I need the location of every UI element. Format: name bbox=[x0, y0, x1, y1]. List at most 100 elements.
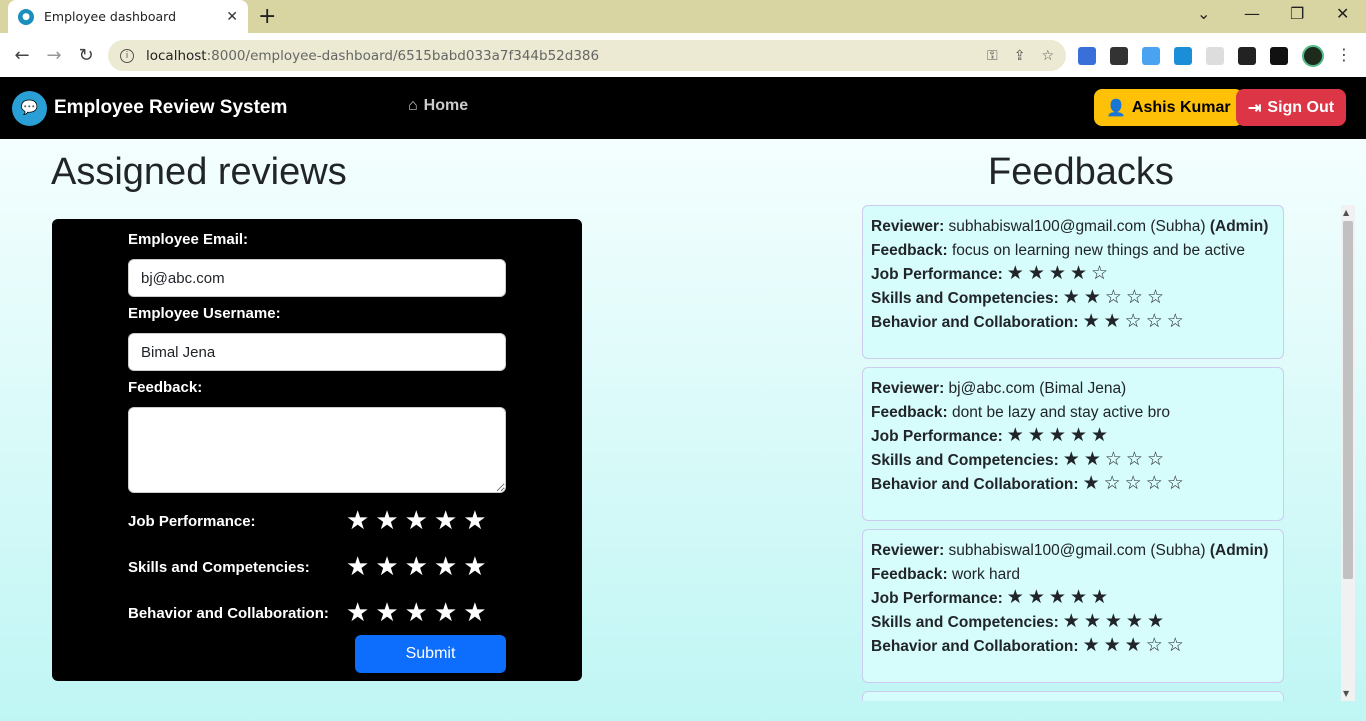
sign-out-button[interactable]: ⇥ Sign Out bbox=[1236, 89, 1347, 126]
scroll-up-icon[interactable]: ▲ bbox=[1343, 208, 1349, 217]
home-icon: ⌂ bbox=[408, 97, 418, 114]
star-empty-icon: ☆ bbox=[1166, 473, 1184, 494]
media-icon[interactable] bbox=[1110, 47, 1128, 65]
feedback-card bbox=[862, 691, 1284, 701]
star-filled-icon: ★ bbox=[1103, 311, 1121, 332]
main-content: Assigned reviews Feedbacks Employee Emai… bbox=[0, 139, 1366, 721]
rating-stars: ★ ★ ★ ☆ ☆ bbox=[1083, 636, 1184, 655]
reviewer-line-value: bj@abc.com (Bimal Jena) bbox=[944, 380, 1127, 397]
skills-line: Skills and Competencies: ★ ★ ☆ ☆ ☆ bbox=[871, 449, 1275, 473]
brand-title: Employee Review System bbox=[54, 97, 288, 118]
email-field[interactable] bbox=[128, 259, 506, 297]
site-info-icon[interactable]: i bbox=[120, 48, 134, 63]
rating-stars: ★ ★ ☆ ☆ ☆ bbox=[1063, 288, 1164, 307]
star-icon[interactable]: ★ bbox=[463, 554, 486, 580]
star-icon[interactable]: ★ bbox=[346, 554, 369, 580]
close-tab-icon[interactable]: ✕ bbox=[226, 9, 238, 25]
admin-badge: (Admin) bbox=[1205, 218, 1269, 235]
puzzle-icon[interactable] bbox=[1238, 47, 1256, 65]
extension-icon[interactable] bbox=[1206, 47, 1224, 65]
submit-button[interactable]: Submit bbox=[355, 635, 506, 673]
star-icon[interactable]: ★ bbox=[405, 554, 428, 580]
job-performance-stars[interactable]: ★ ★ ★ ★ ★ bbox=[346, 508, 487, 534]
extension-icon[interactable] bbox=[1174, 47, 1192, 65]
user-profile-button[interactable]: 👤 Ashis Kumar bbox=[1094, 89, 1243, 126]
star-icon[interactable]: ★ bbox=[346, 600, 369, 626]
browser-menu-icon[interactable]: ⋮ bbox=[1336, 45, 1352, 64]
restore-icon[interactable]: ❐ bbox=[1290, 4, 1304, 23]
reviewer-line: Reviewer: subhabiswal100@gmail.com (Subh… bbox=[871, 215, 1275, 239]
star-empty-icon: ☆ bbox=[1090, 263, 1109, 284]
reviewer-line-label: Reviewer: bbox=[871, 218, 945, 235]
reload-icon[interactable]: ↻ bbox=[70, 45, 102, 66]
star-empty-icon: ☆ bbox=[1146, 449, 1165, 470]
star-icon[interactable]: ★ bbox=[405, 600, 428, 626]
job-performance-label: Job Performance: bbox=[128, 512, 256, 530]
star-filled-icon: ★ bbox=[1006, 263, 1024, 284]
scrollbar[interactable]: ▲ ▼ bbox=[1341, 205, 1355, 701]
star-filled-icon: ★ bbox=[1082, 635, 1100, 656]
browser-toolbar: ← → ↻ i localhost:8000/employee-dashboar… bbox=[0, 33, 1366, 77]
address-bar[interactable]: i localhost:8000/employee-dashboard/6515… bbox=[108, 40, 1066, 71]
star-icon[interactable]: ★ bbox=[375, 554, 398, 580]
url-text[interactable]: localhost:8000/employee-dashboard/6515ba… bbox=[146, 48, 987, 64]
side-panel-icon[interactable] bbox=[1270, 47, 1288, 65]
feedback-card: Reviewer: subhabiswal100@gmail.com (Subh… bbox=[862, 529, 1284, 683]
forward-icon[interactable]: → bbox=[38, 45, 70, 66]
reviewer-line-value: subhabiswal100@gmail.com (Subha) bbox=[944, 542, 1206, 559]
share-icon[interactable]: ⇪ bbox=[1014, 48, 1026, 64]
new-tab-icon[interactable]: + bbox=[258, 4, 276, 29]
bookmark-star-icon[interactable]: ☆ bbox=[1041, 48, 1054, 64]
star-filled-icon: ★ bbox=[1027, 587, 1045, 608]
extension-icon[interactable] bbox=[1078, 47, 1096, 65]
star-empty-icon: ☆ bbox=[1125, 449, 1143, 470]
job-line-label: Job Performance: bbox=[871, 428, 1003, 445]
star-icon[interactable]: ★ bbox=[375, 508, 398, 534]
brand[interactable]: 💬 Employee Review System bbox=[12, 90, 288, 126]
feedback-line-value: work hard bbox=[947, 566, 1021, 583]
behavior-stars[interactable]: ★ ★ ★ ★ ★ bbox=[346, 600, 487, 626]
reviewer-line-value: subhabiswal100@gmail.com (Subha) bbox=[944, 218, 1206, 235]
job-line: Job Performance: ★ ★ ★ ★ ★ bbox=[871, 587, 1275, 611]
feedback-list[interactable]: Reviewer: subhabiswal100@gmail.com (Subh… bbox=[855, 205, 1355, 701]
feedback-textarea[interactable] bbox=[128, 407, 506, 493]
password-key-icon[interactable]: ⚿ bbox=[987, 48, 998, 64]
minimize-icon[interactable]: — bbox=[1244, 4, 1260, 23]
star-empty-icon: ☆ bbox=[1166, 311, 1184, 332]
star-filled-icon: ★ bbox=[1027, 425, 1045, 446]
star-filled-icon: ★ bbox=[1062, 611, 1080, 632]
star-icon[interactable]: ★ bbox=[405, 508, 428, 534]
star-filled-icon: ★ bbox=[1006, 425, 1024, 446]
behavior-line-label: Behavior and Collaboration: bbox=[871, 314, 1079, 331]
star-icon[interactable]: ★ bbox=[434, 554, 457, 580]
star-icon[interactable]: ★ bbox=[463, 508, 486, 534]
star-filled-icon: ★ bbox=[1124, 635, 1142, 656]
username-field[interactable] bbox=[128, 333, 506, 371]
skills-stars[interactable]: ★ ★ ★ ★ ★ bbox=[346, 554, 487, 580]
star-empty-icon: ☆ bbox=[1125, 287, 1143, 308]
star-filled-icon: ★ bbox=[1125, 611, 1143, 632]
star-filled-icon: ★ bbox=[1062, 287, 1080, 308]
star-icon[interactable]: ★ bbox=[346, 508, 369, 534]
extension-icon[interactable] bbox=[1142, 47, 1160, 65]
behavior-label: Behavior and Collaboration: bbox=[128, 604, 329, 622]
url-host: localhost bbox=[146, 47, 207, 64]
star-icon[interactable]: ★ bbox=[434, 508, 457, 534]
rating-row-behavior: Behavior and Collaboration: ★ ★ ★ ★ ★ bbox=[128, 600, 528, 626]
scrollbar-thumb[interactable] bbox=[1343, 221, 1353, 579]
star-icon[interactable]: ★ bbox=[463, 600, 486, 626]
sign-out-label: Sign Out bbox=[1267, 98, 1335, 116]
browser-tab[interactable]: ● Employee dashboard ✕ bbox=[8, 0, 248, 33]
profile-avatar[interactable] bbox=[1302, 45, 1324, 67]
scroll-down-icon[interactable]: ▼ bbox=[1343, 689, 1349, 698]
star-filled-icon: ★ bbox=[1083, 287, 1101, 308]
star-icon[interactable]: ★ bbox=[375, 600, 398, 626]
feedback-line-value: dont be lazy and stay active bro bbox=[947, 404, 1170, 421]
rating-row-job: Job Performance: ★ ★ ★ ★ ★ bbox=[128, 508, 528, 534]
tab-search-icon[interactable]: ⌄ bbox=[1197, 4, 1210, 23]
back-icon[interactable]: ← bbox=[6, 45, 38, 66]
window-close-icon[interactable]: ✕ bbox=[1336, 4, 1349, 23]
star-icon[interactable]: ★ bbox=[434, 600, 457, 626]
home-link[interactable]: ⌂ Home bbox=[408, 97, 468, 115]
star-filled-icon: ★ bbox=[1027, 263, 1045, 284]
